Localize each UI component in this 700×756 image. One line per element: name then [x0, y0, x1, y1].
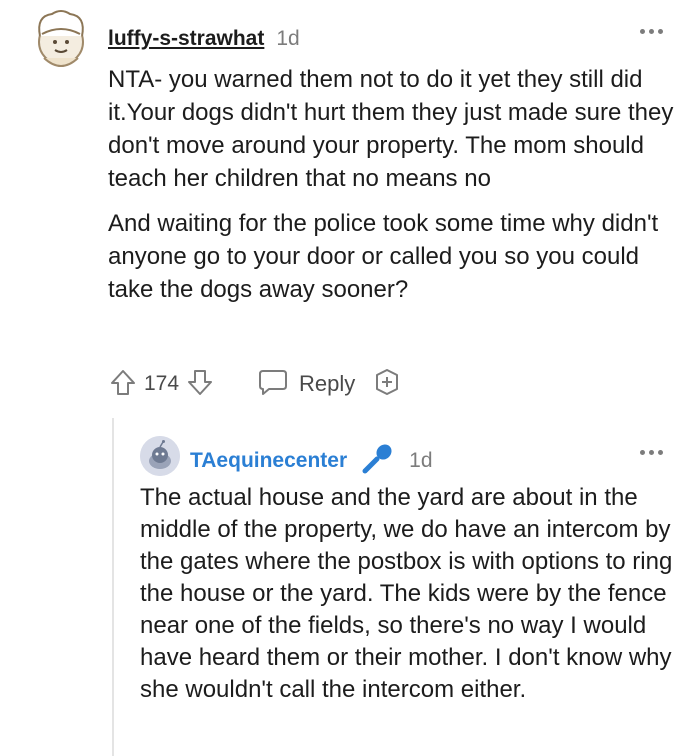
comment-paragraph: NTA- you warned them not to do it yet th… [108, 66, 674, 192]
reply-icon [257, 367, 289, 402]
avatar[interactable] [140, 436, 180, 476]
reply-button[interactable]: Reply [257, 367, 355, 402]
more-options-icon[interactable] [640, 447, 664, 457]
comment-body: The actual house and the yard are about … [140, 484, 673, 703]
microphone-icon [361, 442, 395, 479]
timestamp[interactable]: 1d [409, 449, 432, 473]
comment-body: NTA- you warned them not to do it yet th… [108, 63, 688, 318]
thread-line[interactable] [112, 418, 114, 756]
comment-actions: 174 Reply [108, 366, 401, 402]
username[interactable]: TAequinecenter [190, 449, 347, 473]
award-icon[interactable] [373, 368, 401, 401]
username[interactable]: luffy-s-strawhat [108, 27, 264, 51]
timestamp[interactable]: 1d [276, 27, 299, 51]
comment-paragraph: And waiting for the police took some tim… [108, 210, 659, 303]
upvote-icon[interactable] [108, 367, 138, 402]
reply-label: Reply [299, 371, 356, 396]
more-options-icon[interactable] [640, 26, 664, 36]
avatar[interactable] [30, 6, 92, 72]
downvote-icon[interactable] [185, 367, 215, 402]
vote-count: 174 [144, 372, 180, 395]
